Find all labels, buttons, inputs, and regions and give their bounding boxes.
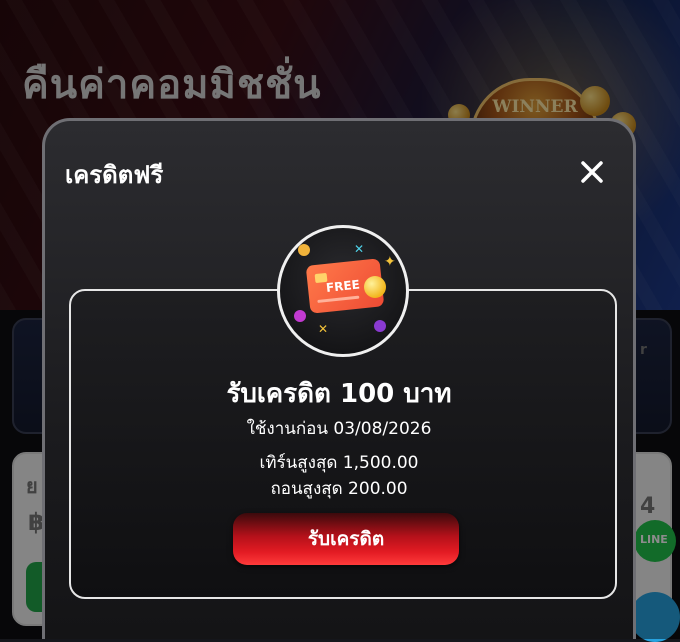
close-button[interactable] [575,155,609,189]
max-turnover: เทิร์นสูงสุด 1,500.00 [259,453,419,473]
free-credit-badge: ✕ ✦ FREE ✕ [277,225,409,357]
max-withdraw: ถอนสูงสุด 200.00 [270,479,408,499]
close-icon [581,161,603,183]
decor-sparkle-icon: ✕ [318,322,329,336]
card-stripe [317,295,360,303]
decor-dot [374,320,386,332]
decor-dot [294,310,306,322]
free-credit-modal: เครดิตฟรี ✕ ✦ FREE ✕ รับเครดิต 100 บาท ใ… [42,118,636,639]
decor-sparkle-icon: ✕ [354,242,365,256]
credit-amount: รับเครดิต 100 บาท [226,379,452,409]
coin-icon [364,276,386,298]
decor-sparkle-icon: ✦ [384,254,396,270]
modal-title: เครดิตฟรี [65,161,164,189]
free-card-label: FREE [325,277,361,295]
expiry-date: ใช้งานก่อน 03/08/2026 [246,419,432,439]
claim-credit-button[interactable]: รับเครดิต [233,513,459,565]
decor-dot [298,244,310,256]
